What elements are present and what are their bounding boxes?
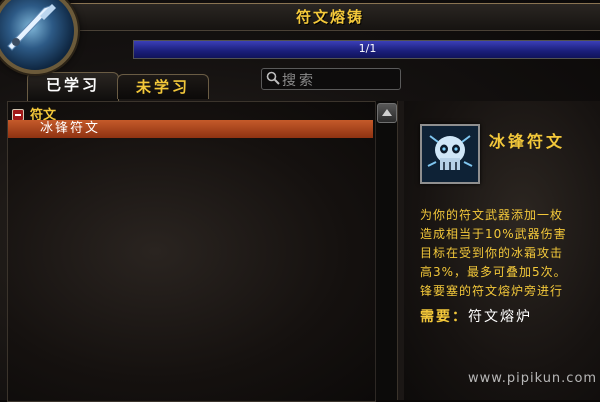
minus-icon[interactable] xyxy=(12,108,24,121)
frost-skull-icon xyxy=(420,124,480,184)
search-input[interactable]: 搜索 xyxy=(261,68,401,90)
progress-text: 1/1 xyxy=(358,42,377,55)
spell-description: 为你的符文武器添加一枚 造成相当于10%武器伤害 目标在受到你的冰霜攻击 高3%… xyxy=(420,206,600,301)
tab-unlearned[interactable]: 未学习 xyxy=(117,74,209,99)
window-title: 符文熔铸 xyxy=(295,8,364,26)
list-group-header[interactable]: 符文 xyxy=(12,104,56,123)
recipe-list-panel xyxy=(7,101,376,402)
portrait-frost-weapon-icon xyxy=(0,0,78,74)
list-item-selected[interactable]: 冰锋符文 xyxy=(8,120,373,138)
description-line: 目标在受到你的冰霜攻击 xyxy=(420,246,564,260)
search-placeholder: 搜索 xyxy=(282,73,316,89)
requirement: 需要：符文熔炉 xyxy=(420,306,532,326)
scrollbar-track[interactable] xyxy=(375,101,399,400)
panel-divider xyxy=(397,101,404,400)
title-bar-border xyxy=(64,3,600,4)
spell-name: 冰锋符文 xyxy=(489,132,566,151)
description-line: 高3%，最多可叠加5次。 xyxy=(420,265,567,279)
progress-bar: 1/1 xyxy=(133,40,600,59)
scroll-up-button[interactable] xyxy=(377,103,397,123)
runeforging-window: 符文熔铸 1/1 已学习 未学习 搜索 符文 冰锋符文 冰锋符文 为你的符文武器… xyxy=(0,0,600,402)
magnifier-icon xyxy=(266,71,280,85)
requirement-value: 符文熔炉 xyxy=(468,309,532,325)
requirement-label: 需要： xyxy=(420,309,468,325)
description-line: 造成相当于10%武器伤害 xyxy=(420,227,567,241)
tab-learned[interactable]: 已学习 xyxy=(27,72,119,101)
watermark: www.pipikun.com xyxy=(468,371,598,386)
description-line: 锋要塞的符文熔炉旁进行 xyxy=(420,284,564,298)
description-line: 为你的符文武器添加一枚 xyxy=(420,208,564,222)
arrow-up-icon xyxy=(382,109,392,116)
